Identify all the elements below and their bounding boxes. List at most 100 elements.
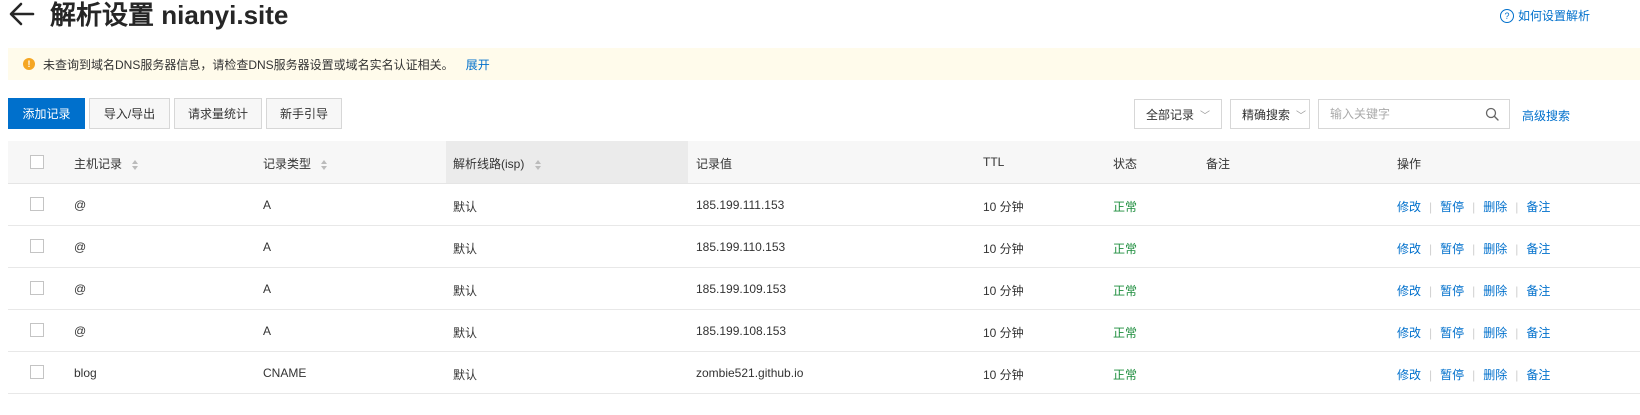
delete-link[interactable]: 删除 <box>1483 284 1507 298</box>
row-checkbox[interactable] <box>30 281 44 295</box>
search-icon[interactable] <box>1485 107 1499 121</box>
edit-link[interactable]: 修改 <box>1397 368 1421 382</box>
pause-link[interactable]: 暂停 <box>1440 368 1464 382</box>
cell-value: zombie521.github.io <box>696 366 804 380</box>
divider: | <box>1515 326 1519 340</box>
cell-host: @ <box>74 282 87 296</box>
cell-value: 185.199.110.153 <box>696 240 786 254</box>
table-row: @ A 默认 185.199.109.153 10 分钟 正常 修改 | 暂停 | 删除… <box>8 268 1640 310</box>
divider: | <box>1472 242 1476 256</box>
divider: | <box>1472 368 1476 382</box>
back-arrow-icon[interactable] <box>8 0 36 28</box>
delete-link[interactable]: 删除 <box>1483 368 1507 382</box>
help-link-label: 如何设置解析 <box>1518 9 1591 23</box>
delete-link[interactable]: 删除 <box>1483 242 1507 256</box>
search-box <box>1318 99 1510 129</box>
guide-button[interactable]: 新手引导 <box>266 98 342 129</box>
cell-ttl: 10 分钟 <box>983 242 1024 256</box>
remark-link[interactable]: 备注 <box>1526 284 1550 298</box>
row-actions: 修改 | 暂停 | 删除 | 备注 <box>1397 282 1550 299</box>
row-checkbox[interactable] <box>30 239 44 253</box>
divider: | <box>1472 326 1476 340</box>
row-actions: 修改 | 暂停 | 删除 | 备注 <box>1397 240 1550 257</box>
cell-status: 正常 <box>1113 200 1138 214</box>
divider: | <box>1515 284 1519 298</box>
column-host-label: 主机记录 <box>74 157 123 171</box>
divider: | <box>1429 368 1433 382</box>
add-record-button[interactable]: 添加记录 <box>8 98 85 129</box>
page: 解析设置 nianyi.site ? 如何设置解析 ! 未查询到域名DNS服务器… <box>0 0 1640 415</box>
row-checkbox[interactable] <box>30 197 44 211</box>
row-checkbox[interactable] <box>30 323 44 337</box>
delete-link[interactable]: 删除 <box>1483 326 1507 340</box>
pause-link[interactable]: 暂停 <box>1440 242 1464 256</box>
pause-link[interactable]: 暂停 <box>1440 284 1464 298</box>
cell-status: 正常 <box>1113 326 1138 340</box>
search-input[interactable] <box>1319 100 1480 128</box>
column-value: 记录值 <box>696 157 733 171</box>
cell-status: 正常 <box>1113 242 1138 256</box>
table-row: @ A 默认 185.199.108.153 10 分钟 正常 修改 | 暂停 | 删除… <box>8 310 1640 352</box>
record-filter-value: 全部记录 <box>1146 107 1195 122</box>
cell-line: 默认 <box>453 326 478 340</box>
row-actions: 修改 | 暂停 | 删除 | 备注 <box>1397 366 1550 383</box>
chevron-down-icon: ﹀ <box>1296 110 1307 122</box>
search-mode-value: 精确搜索 <box>1242 107 1291 122</box>
column-type[interactable]: 记录类型 <box>263 155 328 172</box>
import-export-button[interactable]: 导入/导出 <box>89 98 170 129</box>
divider: | <box>1429 284 1433 298</box>
table-row: blog CNAME 默认 zombie521.github.io 10 分钟 … <box>8 352 1640 394</box>
pause-link[interactable]: 暂停 <box>1440 326 1464 340</box>
notice-bar: ! 未查询到域名DNS服务器信息，请检查DNS服务器设置或域名实名认证相关。 展… <box>8 48 1640 80</box>
advanced-search-link[interactable]: 高级搜索 <box>1522 107 1570 124</box>
cell-status: 正常 <box>1113 368 1138 382</box>
divider: | <box>1429 326 1433 340</box>
help-icon: ? <box>1500 8 1514 23</box>
edit-link[interactable]: 修改 <box>1397 200 1421 214</box>
cell-line: 默认 <box>453 200 478 214</box>
request-stats-button[interactable]: 请求量统计 <box>174 98 262 129</box>
edit-link[interactable]: 修改 <box>1397 326 1421 340</box>
cell-line: 默认 <box>453 284 478 298</box>
remark-link[interactable]: 备注 <box>1526 326 1550 340</box>
column-host[interactable]: 主机记录 <box>74 155 139 172</box>
divider: | <box>1515 242 1519 256</box>
records-table: 主机记录 记录类型 解析线路(isp) 记录值 TTL 状态 备注 操作 @ A… <box>8 141 1640 394</box>
column-line[interactable]: 解析线路(isp) <box>453 155 542 172</box>
cell-ttl: 10 分钟 <box>983 368 1024 382</box>
cell-host: blog <box>74 366 97 380</box>
pause-link[interactable]: 暂停 <box>1440 200 1464 214</box>
search-mode-select[interactable]: 精确搜索 ﹀ <box>1230 99 1310 129</box>
column-type-label: 记录类型 <box>263 157 312 171</box>
remark-link[interactable]: 备注 <box>1526 368 1550 382</box>
record-filter-select[interactable]: 全部记录 ﹀ <box>1134 99 1222 129</box>
row-actions: 修改 | 暂停 | 删除 | 备注 <box>1397 198 1550 215</box>
column-ttl: TTL <box>983 155 1005 169</box>
divider: | <box>1515 368 1519 382</box>
cell-value: 185.199.108.153 <box>696 324 787 338</box>
table-row: @ A 默认 185.199.111.153 10 分钟 正常 修改 | 暂停 | 删除… <box>8 184 1640 226</box>
cell-host: @ <box>74 240 87 254</box>
column-status: 状态 <box>1113 157 1138 171</box>
expand-link[interactable]: 展开 <box>466 56 490 73</box>
cell-host: @ <box>74 198 87 212</box>
warning-icon: ! <box>23 58 35 70</box>
divider: | <box>1472 200 1476 214</box>
cell-status: 正常 <box>1113 284 1138 298</box>
cell-ttl: 10 分钟 <box>983 200 1024 214</box>
remark-link[interactable]: 备注 <box>1526 242 1550 256</box>
edit-link[interactable]: 修改 <box>1397 284 1421 298</box>
sort-icon <box>132 159 139 170</box>
row-actions: 修改 | 暂停 | 删除 | 备注 <box>1397 324 1550 341</box>
help-link[interactable]: ? 如何设置解析 <box>1500 7 1590 24</box>
delete-link[interactable]: 删除 <box>1483 200 1507 214</box>
column-ops: 操作 <box>1397 157 1422 171</box>
sort-icon <box>321 159 328 170</box>
edit-link[interactable]: 修改 <box>1397 242 1421 256</box>
select-all-checkbox[interactable] <box>30 155 44 169</box>
cell-ttl: 10 分钟 <box>983 284 1024 298</box>
remark-link[interactable]: 备注 <box>1526 200 1550 214</box>
row-checkbox[interactable] <box>30 365 44 379</box>
divider: | <box>1429 200 1433 214</box>
divider: | <box>1472 284 1476 298</box>
